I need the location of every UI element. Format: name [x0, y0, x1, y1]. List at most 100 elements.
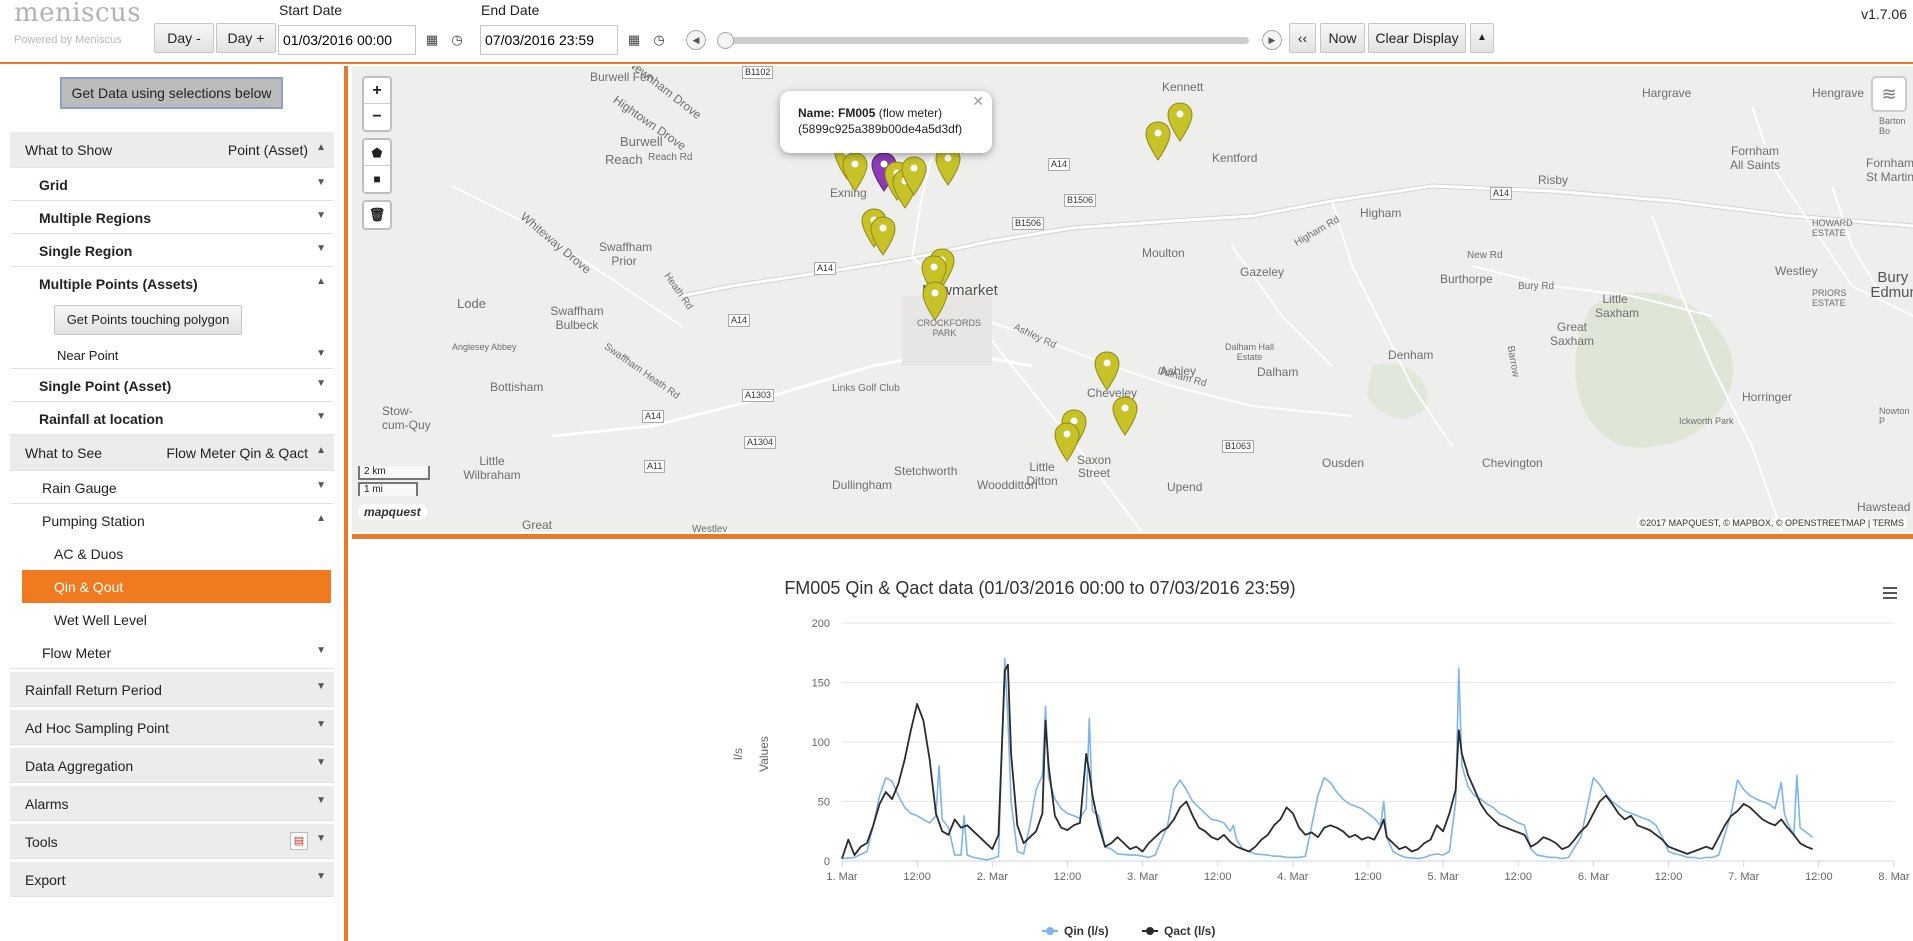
top-toolbar: meniscus Powered by Meniscus Day - Day +… [0, 0, 1913, 64]
get-data-button[interactable]: Get Data using selections below [60, 77, 283, 109]
see-item-label: AC & Duos [54, 546, 124, 562]
chart-panel: FM005 Qin & Qact data (01/03/2016 00:00 … [352, 534, 1913, 941]
end-date-input[interactable] [480, 25, 618, 55]
step-forward-icon[interactable]: ▶ [1262, 30, 1282, 50]
time-slider[interactable] [717, 32, 1249, 49]
clock-icon[interactable]: ◷ [446, 25, 468, 55]
end-date-label: End Date [481, 2, 540, 18]
collapse-toolbar-button[interactable]: ▲ [1470, 23, 1494, 53]
y-axis-unit: l/s [731, 748, 745, 760]
show-item-label: Grid [39, 177, 68, 193]
y-tick-label: 100 [812, 737, 830, 749]
meniscus-logo: meniscus Powered by Meniscus [14, 0, 148, 50]
clock-icon[interactable]: ◷ [648, 25, 670, 55]
section-tools[interactable]: Tools ▤ ▼ [10, 824, 334, 859]
see-item-qin-qout-selected[interactable]: Qin & Qout [22, 570, 331, 603]
what-to-show-header[interactable]: What to Show Point (Asset) ▲ [10, 132, 334, 168]
show-item-label: Multiple Points (Assets) [39, 276, 198, 292]
trash-icon[interactable]: 🗑 [364, 202, 390, 228]
asset-marker[interactable] [1094, 351, 1120, 391]
clear-display-button[interactable]: Clear Display [1368, 23, 1466, 53]
see-item-label: Wet Well Level [54, 612, 147, 628]
asset-marker[interactable] [1145, 121, 1171, 161]
hamburger-icon[interactable] [1883, 587, 1897, 599]
see-item-wet-well[interactable]: Wet Well Level [10, 603, 334, 636]
draw-polygon-icon[interactable]: ⬟ [364, 140, 390, 166]
asset-marker[interactable] [1167, 102, 1193, 142]
what-to-see-label: What to See [25, 445, 103, 461]
see-item-pumping-station[interactable]: Pumping Station ▲ [10, 504, 334, 537]
start-date-input[interactable] [278, 25, 416, 55]
section-label: Data Aggregation [25, 758, 134, 774]
asset-marker[interactable] [1112, 396, 1138, 436]
zoom-control: + − [362, 76, 392, 132]
calendar-icon[interactable]: ▦ [623, 25, 645, 55]
map-view[interactable]: Burwell Fen Newnham Drove Hightown Drove… [352, 66, 1913, 532]
chevron-down-icon: ▼ [316, 795, 326, 806]
x-tick-label: 3. Mar [1127, 871, 1159, 883]
slider-thumb[interactable] [717, 32, 734, 49]
show-item-multiple-points[interactable]: Multiple Points (Assets) ▲ Get Points to… [10, 267, 334, 369]
rewind-button[interactable]: ‹‹ [1289, 23, 1316, 53]
section-alarms[interactable]: Alarms ▼ [10, 786, 334, 821]
legend-qin[interactable]: Qin (l/s) [1064, 924, 1109, 938]
see-item-rain-gauge[interactable]: Rain Gauge ▼ [10, 471, 334, 504]
series-qact-line[interactable] [841, 663, 1813, 859]
section-data-aggregation[interactable]: Data Aggregation ▼ [10, 748, 334, 783]
what-to-see-header[interactable]: What to See Flow Meter Qin & Qact ▲ [10, 435, 334, 471]
day-plus-button[interactable]: Day + [216, 23, 276, 53]
see-item-label: Pumping Station [42, 513, 145, 529]
asset-marker[interactable] [922, 281, 948, 321]
legend-qact[interactable]: Qact (l/s) [1164, 924, 1215, 938]
close-icon[interactable]: ✕ [972, 93, 984, 109]
section-label: Tools [25, 834, 58, 850]
zoom-in-button[interactable]: + [364, 78, 390, 104]
chevron-down-icon: ▼ [316, 833, 326, 844]
x-tick-label: 12:00 [1204, 871, 1232, 883]
x-tick-label: 5. Mar [1428, 871, 1460, 883]
chevron-down-icon: ▼ [316, 411, 326, 422]
points-touching-polygon-button[interactable]: Get Points touching polygon [54, 305, 242, 335]
show-item-rainfall-location[interactable]: Rainfall at location ▼ [10, 402, 334, 435]
tools-widget-icon[interactable]: ▤ [290, 832, 308, 850]
asset-marker[interactable] [870, 216, 896, 256]
chevron-down-icon: ▼ [316, 757, 326, 768]
x-tick-label: 4. Mar [1277, 871, 1309, 883]
popup-name: FM005 [838, 106, 876, 120]
show-item-multiple-regions[interactable]: Multiple Regions ▼ [10, 201, 334, 234]
chevron-down-icon: ▼ [316, 645, 326, 656]
chart-title: FM005 Qin & Qact data (01/03/2016 00:00 … [784, 578, 1295, 598]
popup-type: (flow meter) [878, 106, 943, 120]
show-item-label: Rainfall at location [39, 411, 164, 427]
show-item-label: Single Region [39, 243, 133, 259]
section-rainfall-return-period[interactable]: Rainfall Return Period ▼ [10, 672, 334, 707]
layers-icon[interactable]: ≋ [1871, 76, 1907, 112]
calendar-icon[interactable]: ▦ [421, 25, 443, 55]
x-tick-label: 12:00 [903, 871, 931, 883]
show-item-single-point[interactable]: Single Point (Asset) ▼ [10, 369, 334, 402]
qin-qact-chart: FM005 Qin & Qact data (01/03/2016 00:00 … [731, 578, 1910, 938]
section-export[interactable]: Export ▼ [10, 862, 334, 897]
day-minus-button[interactable]: Day - [154, 23, 214, 53]
show-item-label: Multiple Regions [39, 210, 151, 226]
asset-marker[interactable] [842, 152, 868, 192]
show-item-single-region[interactable]: Single Region ▼ [10, 234, 334, 267]
section-ad-hoc-sampling[interactable]: Ad Hoc Sampling Point ▼ [10, 710, 334, 745]
see-item-label: Flow Meter [42, 645, 112, 661]
see-item-label: Qin & Qout [54, 579, 124, 595]
near-point-item[interactable]: Near Point [57, 348, 118, 363]
series-qin-line[interactable] [841, 657, 1814, 861]
zoom-out-button[interactable]: − [364, 104, 390, 130]
logo-name: meniscus [14, 0, 142, 28]
draw-rectangle-icon[interactable]: ■ [364, 166, 390, 192]
see-item-ac-duos[interactable]: AC & Duos [10, 537, 334, 570]
chevron-down-icon: ▼ [316, 210, 326, 221]
x-tick-label: 12:00 [1054, 871, 1082, 883]
asset-marker[interactable] [1054, 422, 1080, 462]
now-button[interactable]: Now [1320, 23, 1365, 53]
show-item-grid[interactable]: Grid ▼ [10, 168, 334, 201]
see-item-flow-meter[interactable]: Flow Meter ▼ [10, 636, 334, 669]
step-back-icon[interactable]: ◀ [686, 30, 706, 50]
x-tick-label: 7. Mar [1728, 871, 1760, 883]
mapquest-logo: mapquest [358, 504, 427, 520]
